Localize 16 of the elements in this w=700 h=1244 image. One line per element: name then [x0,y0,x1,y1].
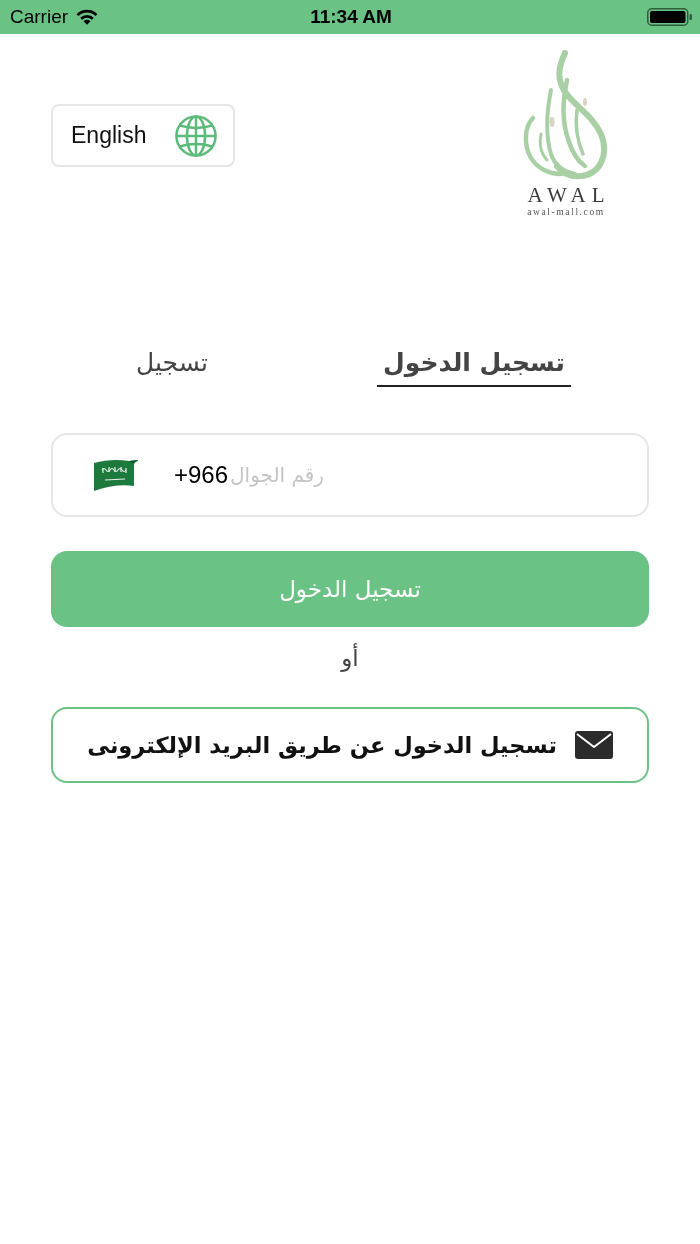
flag-icon [93,458,139,492]
envelope-icon [574,731,613,759]
carrier-name: Carrier [10,6,69,28]
battery-icon [647,8,692,26]
email-login-button[interactable]: تسجيل الدخول عن طريق البريد الإلكترونى [51,707,649,783]
auth-tab[interactable]: تسجيل [130,346,214,387]
wifi-icon [76,9,99,25]
logo-domain: awal-mall.com [527,206,605,218]
status-time: 11:34 AM [310,6,392,28]
auth-tab[interactable]: تسجيل الدخول [377,346,571,387]
country-code: +966 [174,461,229,489]
globe-icon [175,114,217,157]
phone-number-input[interactable]: رقم الجوال [228,458,623,492]
language-button[interactable]: English [51,104,235,167]
or-label: أو [341,643,359,673]
logo-wordmark: AWAL [526,184,611,206]
